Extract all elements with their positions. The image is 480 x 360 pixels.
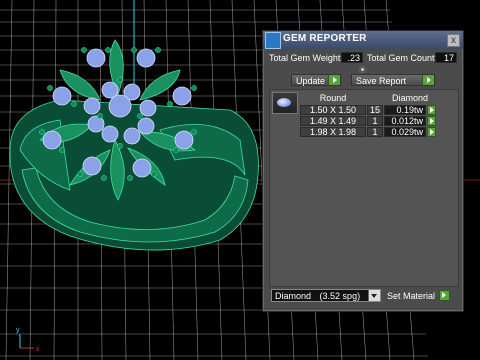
material-select-value: Diamond [275,291,312,301]
gem-table: Round Diamond 1.50 X 1.50 15 0.19tw 1.49… [269,89,459,287]
table-row-count: 1 [367,116,383,126]
app-logo-icon [265,32,281,49]
axis-x-label: x [36,346,40,353]
column-header-material: Diamond [391,93,429,103]
set-material-button[interactable] [439,290,450,301]
update-button-label: Update [296,76,326,86]
table-row-size: 1.50 X 1.50 [300,105,366,115]
table-row-size: 1.49 X 1.49 [300,116,366,126]
material-select-detail: (3.52 spg) [319,291,361,301]
panel-title: GEM REPORTER [283,33,367,44]
save-report-button-label: Save Report [356,76,407,86]
panel-titlebar[interactable]: GEM REPORTER x [263,31,463,49]
gem-reporter-panel: GEM REPORTER x Total Gem Weight .23 Tota… [262,30,464,312]
table-row-weight: 0.029tw [384,127,426,137]
play-arrow-icon [422,75,434,85]
round-diamond-icon[interactable] [272,92,298,114]
divider-handle-icon[interactable] [359,66,366,73]
table-row-size: 1.98 X 1.98 [300,127,366,137]
total-gem-count-label: Total Gem Count [367,53,435,63]
table-row-weight: 0.19tw [384,105,426,115]
row-go-button[interactable] [427,116,436,126]
total-gem-weight-label: Total Gem Weight [269,53,341,63]
total-gem-count-value: 17 [435,52,457,63]
update-button[interactable]: Update [291,74,341,86]
total-gem-weight-value: .23 [341,52,363,63]
row-go-button[interactable] [427,127,436,137]
table-row-weight: 0.012tw [384,116,426,126]
axis-y-label: y [16,327,20,334]
material-select[interactable]: Diamond (3.52 spg) [271,289,381,302]
play-arrow-icon [328,75,340,85]
row-go-button[interactable] [427,105,436,115]
column-header-shape: Round [319,93,347,103]
close-button[interactable]: x [447,34,460,47]
save-report-button[interactable]: Save Report [351,74,435,86]
table-row-count: 1 [367,127,383,137]
set-material-label: Set Material [387,291,436,301]
table-row-count: 15 [367,105,383,115]
chevron-down-icon [368,290,380,301]
